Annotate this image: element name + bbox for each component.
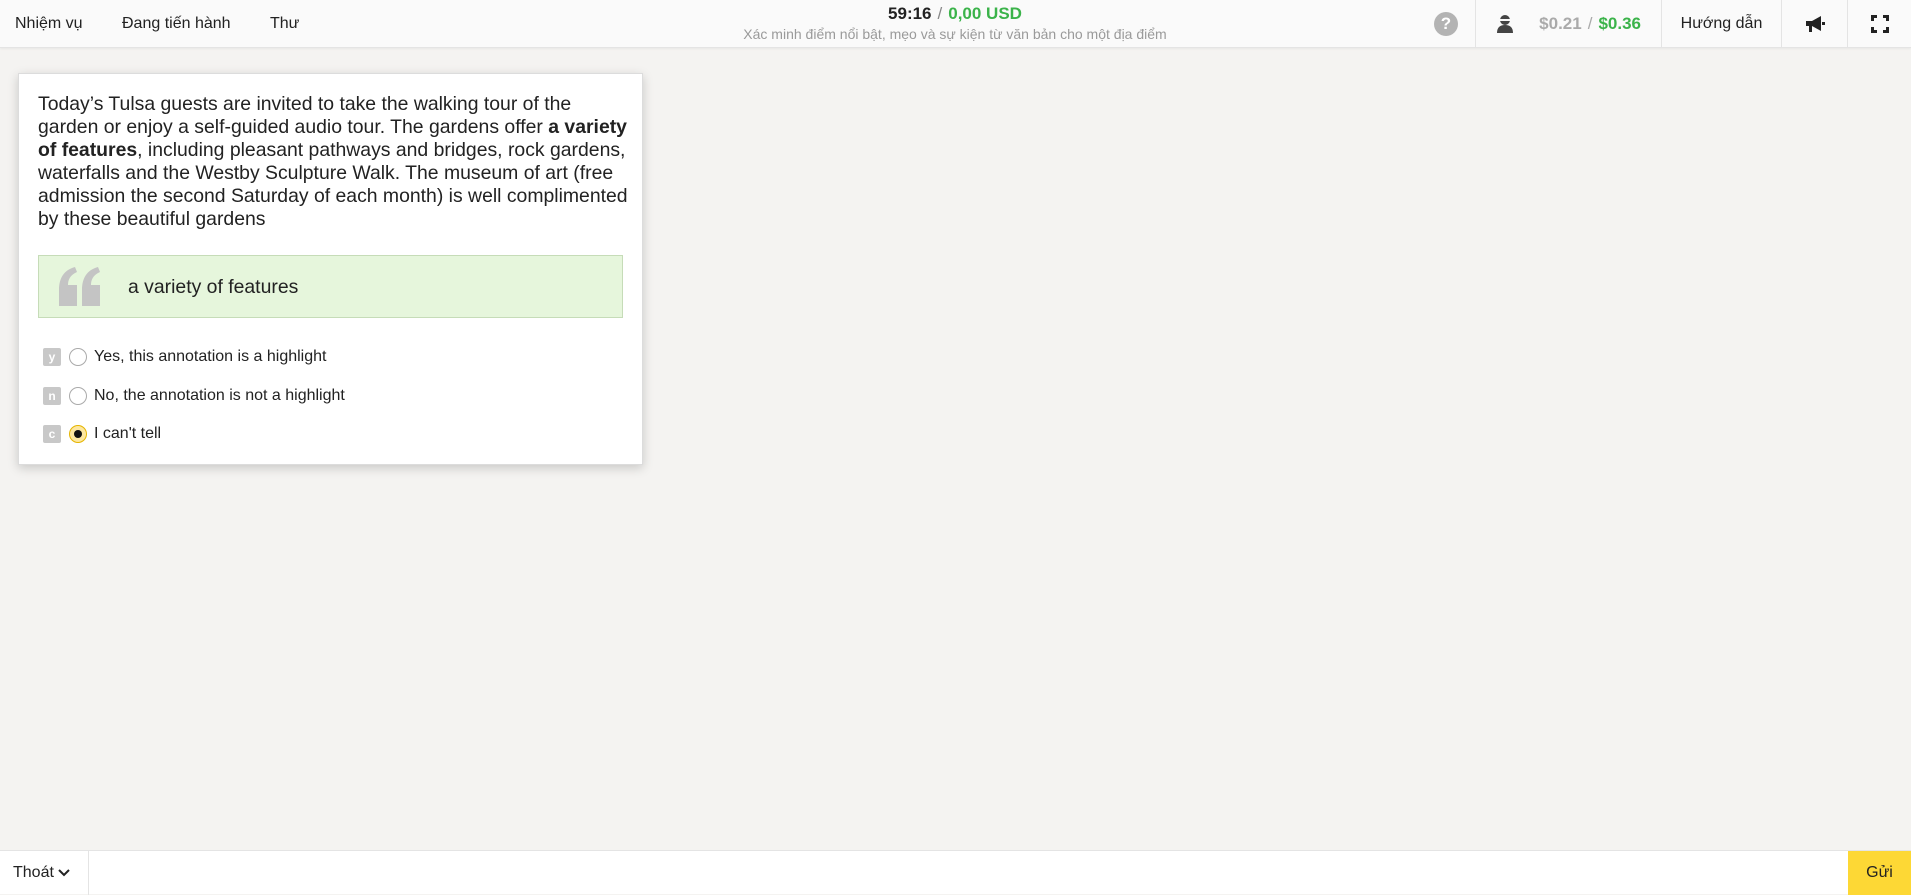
radio-no[interactable] xyxy=(69,386,87,405)
option-no-label[interactable]: No, the annotation is not a highlight xyxy=(94,387,345,405)
main-nav: Nhiệm vụ Đang tiến hành Thư xyxy=(0,0,330,48)
option-yes-label[interactable]: Yes, this annotation is a highlight xyxy=(94,348,326,366)
timer-separator: / xyxy=(937,4,943,23)
option-cant-tell[interactable]: c I can't tell xyxy=(43,415,603,454)
pay-min: $0.21 xyxy=(1539,14,1582,33)
earnings: 0,00 USD xyxy=(948,4,1022,23)
pay-max: $0.36 xyxy=(1598,14,1641,33)
chevron-down-icon xyxy=(58,869,70,877)
task-status: 59:16 / 0,00 USD Xác minh điểm nổi bật, mẹ… xyxy=(700,4,1210,43)
task-card: Today’s Tulsa guests are invited to take… xyxy=(18,73,643,465)
shortcut-key-n: n xyxy=(43,386,61,405)
radio-selected-dot xyxy=(74,430,82,439)
announce-button[interactable] xyxy=(1781,0,1847,48)
fullscreen-icon xyxy=(1870,15,1889,33)
radio-cant-tell[interactable] xyxy=(69,425,87,444)
timer: 59:16 xyxy=(888,4,932,23)
option-cant-tell-label[interactable]: I can't tell xyxy=(94,425,161,443)
pay-range: $0.21 / $0.36 xyxy=(1539,14,1641,34)
guide-button[interactable]: Hướng dẫn xyxy=(1661,0,1781,48)
option-no[interactable]: n No, the annotation is not a highlight xyxy=(43,377,603,416)
timer-line: 59:16 / 0,00 USD xyxy=(700,4,1210,24)
user-icon xyxy=(1497,15,1513,33)
toolbar: ? $0.21 / $0.36 Hướng dẫn xyxy=(1417,0,1911,48)
task-subtitle: Xác minh điểm nổi bật, mẹo và sự kiện từ… xyxy=(743,26,1167,42)
shortcut-key-c: c xyxy=(43,425,61,444)
nav-item-messages[interactable]: Thư xyxy=(270,0,330,48)
nav-item-in-progress[interactable]: Đang tiến hành xyxy=(122,0,270,48)
exit-button[interactable]: Thoát xyxy=(0,851,89,895)
fullscreen-button[interactable] xyxy=(1847,0,1911,48)
answer-options: y Yes, this annotation is a highlight n … xyxy=(43,338,603,454)
annotation-box: a variety of features xyxy=(38,255,623,318)
help-button[interactable]: ? xyxy=(1417,0,1475,48)
top-bar: Nhiệm vụ Đang tiến hành Thư 59:16 / 0,00 U… xyxy=(0,0,1911,48)
passage-text: Today’s Tulsa guests are invited to take… xyxy=(38,93,628,231)
radio-yes[interactable] xyxy=(69,348,87,367)
submit-button[interactable]: Gửi xyxy=(1848,851,1911,895)
pay-separator: / xyxy=(1587,14,1593,33)
shortcut-key-y: y xyxy=(43,348,61,367)
megaphone-icon xyxy=(1805,16,1825,32)
quote-icon xyxy=(59,267,100,306)
nav-item-tasks[interactable]: Nhiệm vụ xyxy=(0,0,122,48)
passage-before: Today’s Tulsa guests are invited to take… xyxy=(38,93,572,138)
exit-label: Thoát xyxy=(13,864,54,881)
question-circle-icon: ? xyxy=(1434,12,1458,36)
pay-rate: $0.21 / $0.36 xyxy=(1475,0,1661,48)
annotation-text: a variety of features xyxy=(128,276,299,298)
bottom-bar: Thoát Gửi xyxy=(0,850,1911,895)
option-yes[interactable]: y Yes, this annotation is a highlight xyxy=(43,338,603,377)
